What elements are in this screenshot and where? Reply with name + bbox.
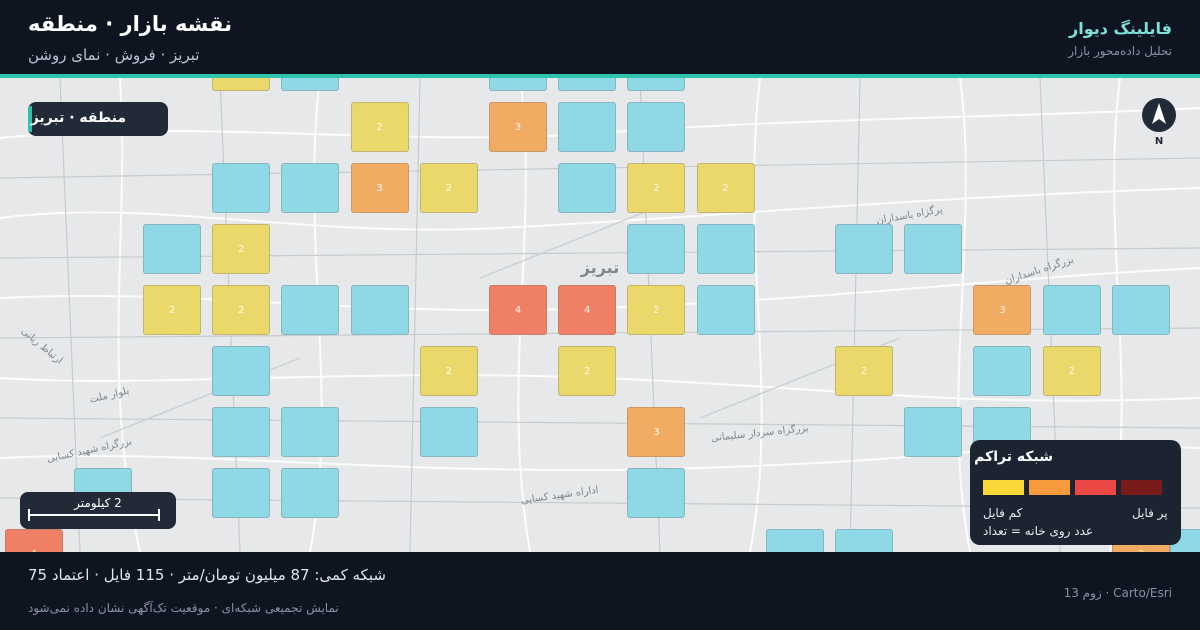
grid-cell[interactable] — [835, 529, 893, 552]
grid-cell[interactable]: 2 — [696, 163, 755, 213]
grid-cell[interactable]: 2 — [558, 346, 617, 396]
grid-cell[interactable] — [558, 102, 617, 152]
grid-cell[interactable]: 2 — [212, 224, 271, 274]
legend-swatch — [983, 480, 1024, 495]
page-title: نقشه بازار · منطقه — [28, 12, 233, 36]
grid-cell[interactable] — [696, 285, 755, 335]
grid-cell[interactable] — [212, 407, 271, 457]
grid-cell[interactable]: 2 — [1042, 346, 1101, 396]
area-badge-label: منطقه · تبریز — [30, 110, 126, 126]
scale-bar: 2 کیلومتر — [20, 492, 176, 529]
street-label: بزرگراه شهید کسایی — [46, 435, 133, 465]
area-badge: منطقه · تبریز — [28, 102, 168, 136]
grid-cell[interactable] — [558, 163, 617, 213]
grid-stats: شبکه کمی: 87 میلیون تومان/متر · 115 فایل… — [28, 566, 386, 584]
grid-cell[interactable] — [904, 407, 963, 457]
grid-cell[interactable] — [627, 468, 686, 518]
grid-cell[interactable]: 3 — [350, 163, 409, 213]
grid-cell[interactable] — [281, 78, 340, 91]
grid-cell[interactable]: 2 — [212, 78, 271, 91]
legend-max-label: پر فایل — [1132, 506, 1168, 520]
legend-swatch — [1075, 480, 1116, 495]
grid-cell[interactable]: 2 — [627, 163, 686, 213]
grid-cell[interactable] — [627, 78, 686, 91]
street-label: بزرگراه باسداران — [1003, 253, 1075, 287]
grid-cell[interactable] — [765, 529, 824, 552]
grid-cell[interactable] — [558, 78, 617, 91]
map-view[interactable]: تبریز پرگزاه باسداران بزرگراه شهید کسایی… — [0, 78, 1200, 552]
grid-cell[interactable] — [212, 163, 271, 213]
street-label: ارتباط ربانی — [19, 326, 65, 367]
grid-cell[interactable] — [696, 224, 755, 274]
legend-min-label: کم فایل — [983, 506, 1023, 520]
legend-swatch — [1029, 480, 1070, 495]
grid-cell[interactable]: 2 — [212, 285, 271, 335]
page-subtitle: تبریز · فروش · نمای روشن — [28, 46, 200, 64]
footer-note: نمایش تجمیعی شبکه‌ای · موقعیت تک‌آگهی نش… — [28, 601, 339, 615]
grid-cell[interactable]: 4 — [558, 285, 617, 335]
grid-cell[interactable]: 2 — [419, 346, 478, 396]
grid-cell[interactable] — [143, 224, 201, 274]
grid-cell[interactable]: 2 — [350, 102, 409, 152]
grid-cell[interactable] — [281, 163, 340, 213]
grid-cell[interactable] — [281, 285, 340, 335]
footer: شبکه کمی: 87 میلیون تومان/متر · 115 فایل… — [0, 552, 1200, 630]
legend-note: عدد روی خانه = تعداد — [983, 524, 1094, 538]
brand-name: فایلینگ دیوار — [1069, 19, 1172, 38]
zoom-attribution: Carto/Esri · زوم 13 — [1063, 586, 1172, 600]
north-label: N — [1155, 136, 1163, 146]
grid-cell[interactable] — [627, 102, 686, 152]
grid-cell[interactable] — [419, 407, 478, 457]
grid-cell[interactable]: 4 — [489, 285, 547, 335]
grid-cell[interactable]: 3 — [627, 407, 686, 457]
grid-cell[interactable]: 2 — [835, 346, 893, 396]
grid-cell[interactable]: 2 — [143, 285, 201, 335]
grid-cell[interactable]: 3 — [489, 102, 547, 152]
legend-swatch — [1121, 480, 1162, 495]
grid-cell[interactable] — [489, 78, 547, 91]
grid-cell[interactable]: 4 — [4, 529, 63, 552]
grid-cell[interactable] — [212, 346, 271, 396]
compass-icon: N — [1142, 98, 1176, 147]
grid-cell[interactable]: 2 — [419, 163, 478, 213]
grid-cell[interactable] — [281, 407, 340, 457]
grid-cell[interactable] — [627, 224, 686, 274]
street-label: بلوار ملت — [88, 385, 130, 405]
street-label: بزرگراه سردار سلیمانی — [710, 422, 809, 444]
grid-cell[interactable] — [1111, 285, 1170, 335]
grid-cell[interactable] — [904, 224, 963, 274]
scale-ruler — [28, 509, 160, 521]
grid-cell[interactable] — [212, 468, 271, 518]
north-arrow: N — [1141, 98, 1177, 147]
grid-cell[interactable]: 3 — [973, 285, 1032, 335]
header: نقشه بازار · منطقه تبریز · فروش · نمای ر… — [0, 0, 1200, 74]
brand-tagline: تحلیل داده‌محور بازار — [1068, 44, 1172, 58]
density-legend: شبکه تراکم پر فایل کم فایل عدد روی خانه … — [970, 440, 1181, 545]
legend-title: شبکه تراکم — [974, 449, 1053, 465]
grid-cell[interactable] — [350, 285, 409, 335]
scale-label: 2 کیلومتر — [74, 496, 122, 510]
grid-cell[interactable] — [973, 346, 1032, 396]
grid-cell[interactable]: 2 — [627, 285, 686, 335]
city-label: تبریز — [580, 258, 619, 277]
grid-cell[interactable] — [835, 224, 893, 274]
grid-cell[interactable] — [281, 468, 340, 518]
grid-cell[interactable] — [1042, 285, 1101, 335]
